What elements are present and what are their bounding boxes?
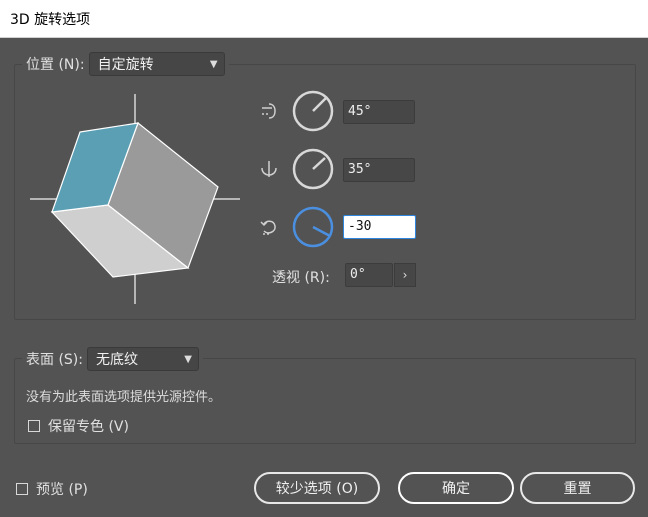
y-rotation-dial[interactable]	[292, 148, 334, 190]
z-rotation-dial[interactable]	[292, 206, 334, 248]
preview-label: 预览 (P)	[36, 482, 88, 498]
surface-select[interactable]: 无底纹 ▼	[86, 347, 199, 371]
preserve-spot-checkbox[interactable]: 保留专色 (V)	[28, 416, 129, 436]
preserve-spot-box[interactable]	[28, 420, 40, 432]
x-rotation-field[interactable]: 45°	[343, 100, 415, 124]
position-preset-select[interactable]: 自定旋转 ▼	[88, 52, 225, 76]
title-bar: 3D 旋转选项	[0, 0, 648, 38]
surface-lighting-note: 没有为此表面选项提供光源控件。	[26, 390, 222, 405]
cube-preview[interactable]	[28, 92, 244, 308]
chevron-right-icon: ›	[402, 268, 408, 282]
preserve-spot-label: 保留专色 (V)	[48, 419, 129, 435]
chevron-down-icon: ▼	[184, 353, 192, 365]
perspective-label: 透视 (R):	[272, 270, 330, 286]
y-rotation-field[interactable]: 35°	[343, 158, 415, 182]
surface-value: 无底纹	[95, 352, 138, 368]
position-label: 位置 (N):	[26, 57, 85, 73]
surface-legend: 表面 (S): 无底纹 ▼	[22, 347, 203, 371]
surface-label: 表面 (S):	[26, 352, 83, 368]
preview-box[interactable]	[16, 483, 28, 495]
preview-checkbox[interactable]: 预览 (P)	[16, 479, 88, 499]
chevron-down-icon: ▼	[209, 58, 218, 70]
perspective-field[interactable]: 0°	[345, 263, 393, 287]
position-legend: 位置 (N): 自定旋转 ▼	[22, 52, 229, 76]
window-title: 3D 旋转选项	[10, 12, 91, 28]
dialog-body: 位置 (N): 自定旋转 ▼ 45° 35° -30 透视 (R): 0° › …	[0, 38, 648, 517]
fewer-options-button[interactable]: 较少选项 (O)	[254, 472, 380, 504]
position-preset-value: 自定旋转	[97, 57, 154, 73]
y-axis-rotate-icon	[261, 161, 277, 177]
z-axis-rotate-icon	[260, 220, 276, 235]
x-rotation-dial[interactable]	[292, 90, 334, 132]
ok-button[interactable]: 确定	[398, 472, 514, 504]
perspective-slider-button[interactable]: ›	[394, 263, 416, 287]
z-rotation-field[interactable]: -30	[343, 215, 416, 239]
x-axis-rotate-icon	[262, 103, 276, 119]
reset-button[interactable]: 重置	[520, 472, 635, 504]
